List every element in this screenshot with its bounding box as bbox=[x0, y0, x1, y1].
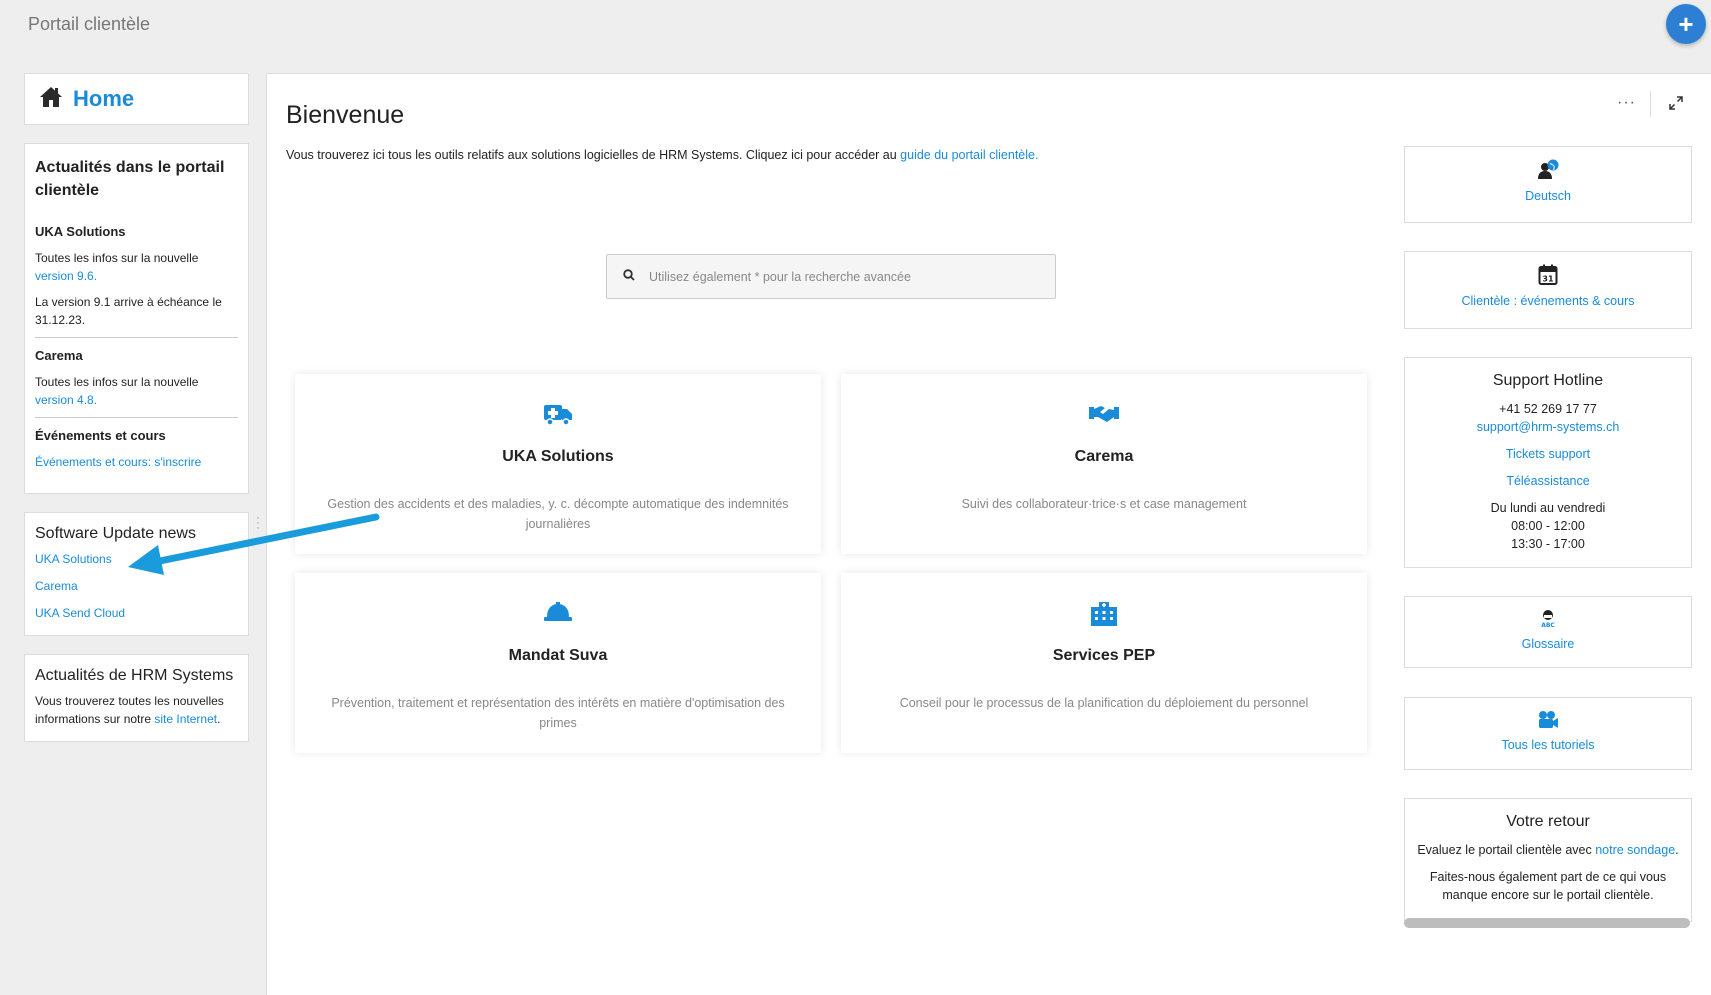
search-box[interactable] bbox=[606, 254, 1056, 299]
news-section-title: UKA Solutions bbox=[35, 224, 126, 239]
drag-handle[interactable]: · · · bbox=[256, 511, 260, 533]
feedback-title: Votre retour bbox=[1506, 813, 1590, 830]
software-update-title: Software Update news bbox=[35, 525, 196, 542]
portal-title: Portail clientèle bbox=[28, 14, 151, 34]
portal-news-title: Actualités dans le portail clientèle bbox=[35, 159, 225, 199]
feedback-request-text: Faites-nous également part de ce qui vou… bbox=[1429, 870, 1667, 902]
more-options-button[interactable]: ··· bbox=[1617, 94, 1636, 112]
tickets-support-link[interactable]: Tickets support bbox=[1405, 445, 1691, 463]
website-link[interactable]: site Internet bbox=[154, 712, 217, 726]
page-title: Bienvenue bbox=[286, 101, 405, 129]
language-globe-icon bbox=[1405, 159, 1691, 181]
card-description: Gestion des accidents et des maladies, y… bbox=[327, 497, 789, 531]
update-link-carema[interactable]: Carema bbox=[35, 577, 238, 595]
deutsch-link[interactable]: Deutsch bbox=[1405, 189, 1691, 203]
hrm-news-title: Actualités de HRM Systems bbox=[35, 667, 234, 684]
glossary-link[interactable]: Glossaire bbox=[1405, 637, 1691, 651]
portal-news-panel: Actualités dans le portail clientèle UKA… bbox=[24, 143, 249, 494]
remote-assistance-link[interactable]: Téléassistance bbox=[1405, 472, 1691, 490]
card-description: Prévention, traitement et représentation… bbox=[331, 696, 785, 730]
hrm-news-text: Vous trouverez toutes les nouvelles info… bbox=[35, 694, 224, 726]
hrm-news-panel: Actualités de HRM Systems Vous trouverez… bbox=[24, 654, 249, 742]
card-services-pep[interactable]: Services PEP Conseil pour le processus d… bbox=[841, 573, 1367, 753]
video-camera-icon bbox=[1405, 710, 1691, 730]
survey-link[interactable]: notre sondage bbox=[1595, 843, 1675, 857]
card-description: Conseil pour le processus de la planific… bbox=[899, 696, 1309, 710]
events-courses-link[interactable]: Clientèle : événements & cours bbox=[1405, 294, 1691, 308]
home-link[interactable]: Home bbox=[73, 86, 134, 112]
card-title: UKA Solutions bbox=[502, 448, 614, 465]
divider bbox=[1650, 91, 1651, 117]
svg-text:31: 31 bbox=[1542, 275, 1554, 284]
plus-icon: + bbox=[1678, 9, 1694, 39]
intro-text: Vous trouverez ici tous les outils relat… bbox=[286, 148, 1039, 162]
news-section-title: Carema bbox=[35, 348, 83, 363]
home-icon bbox=[39, 86, 63, 113]
glossary-icon: ABC bbox=[1405, 609, 1691, 629]
divider bbox=[35, 337, 238, 338]
support-title: Support Hotline bbox=[1492, 372, 1604, 389]
handshake-icon bbox=[841, 402, 1367, 424]
card-uka-solutions[interactable]: UKA Solutions Gestion des accidents et d… bbox=[295, 374, 821, 554]
add-button[interactable]: + bbox=[1666, 4, 1706, 44]
portal-guide-link[interactable]: guide du portail clientèle. bbox=[900, 148, 1038, 162]
support-email-link[interactable]: support@hrm-systems.ch bbox=[1405, 418, 1691, 436]
update-link-uka-send-cloud[interactable]: UKA Send Cloud bbox=[35, 604, 238, 622]
search-icon bbox=[623, 268, 635, 286]
software-update-panel: Software Update news UKA Solutions Carem… bbox=[24, 512, 249, 636]
language-deutsch-box[interactable]: Deutsch bbox=[1404, 146, 1692, 223]
card-title: Carema bbox=[1074, 448, 1134, 465]
feedback-box: Votre retour Evaluez le portail clientèl… bbox=[1404, 798, 1692, 922]
support-hours-am: 08:00 - 12:00 bbox=[1511, 519, 1585, 533]
news-line: La version 9.1 arrive à échéance le 31.1… bbox=[35, 295, 222, 327]
news-line: Événements et cours: s'inscrire bbox=[35, 453, 238, 471]
ambulance-icon bbox=[295, 402, 821, 426]
card-title: Services PEP bbox=[1052, 647, 1156, 664]
card-title: Mandat Suva bbox=[508, 647, 608, 664]
version-9-6-link[interactable]: version 9.6. bbox=[35, 269, 97, 283]
events-signup-link[interactable]: Événements et cours: s'inscrire bbox=[35, 455, 201, 469]
news-section-title: Événements et cours bbox=[35, 428, 166, 443]
news-line: Toutes les infos sur la nouvelle version… bbox=[35, 375, 199, 407]
svg-text:ABC: ABC bbox=[1541, 622, 1555, 629]
update-link-uka-solutions[interactable]: UKA Solutions bbox=[35, 550, 238, 568]
version-4-8-link[interactable]: version 4.8. bbox=[35, 393, 97, 407]
card-mandat-suva[interactable]: Mandat Suva Prévention, traitement et re… bbox=[295, 573, 821, 753]
news-line: Toutes les infos sur la nouvelle version… bbox=[35, 251, 199, 283]
building-icon bbox=[841, 601, 1367, 627]
calendar-icon: 31 bbox=[1405, 264, 1691, 286]
support-phone: +41 52 269 17 77 bbox=[1499, 402, 1597, 416]
home-panel[interactable]: Home bbox=[24, 73, 249, 125]
expand-icon[interactable] bbox=[1669, 96, 1683, 115]
hard-hat-icon bbox=[295, 601, 821, 623]
all-tutorials-link[interactable]: Tous les tutoriels bbox=[1405, 738, 1691, 752]
horizontal-scrollbar[interactable] bbox=[1404, 918, 1690, 928]
divider bbox=[35, 417, 238, 418]
search-input[interactable] bbox=[649, 269, 1029, 284]
support-hotline-box: Support Hotline +41 52 269 17 77 support… bbox=[1404, 357, 1692, 568]
card-description: Suivi des collaborateur·trice·s et case … bbox=[961, 497, 1247, 511]
events-box[interactable]: 31 Clientèle : événements & cours bbox=[1404, 251, 1692, 329]
feedback-survey-text: Evaluez le portail clientèle avec notre … bbox=[1417, 843, 1679, 857]
tutorials-box[interactable]: Tous les tutoriels bbox=[1404, 697, 1692, 770]
support-hours-pm: 13:30 - 17:00 bbox=[1511, 537, 1585, 551]
support-days: Du lundi au vendredi bbox=[1490, 501, 1606, 515]
card-carema[interactable]: Carema Suivi des collaborateur·trice·s e… bbox=[841, 374, 1367, 554]
glossary-box[interactable]: ABC Glossaire bbox=[1404, 596, 1692, 668]
